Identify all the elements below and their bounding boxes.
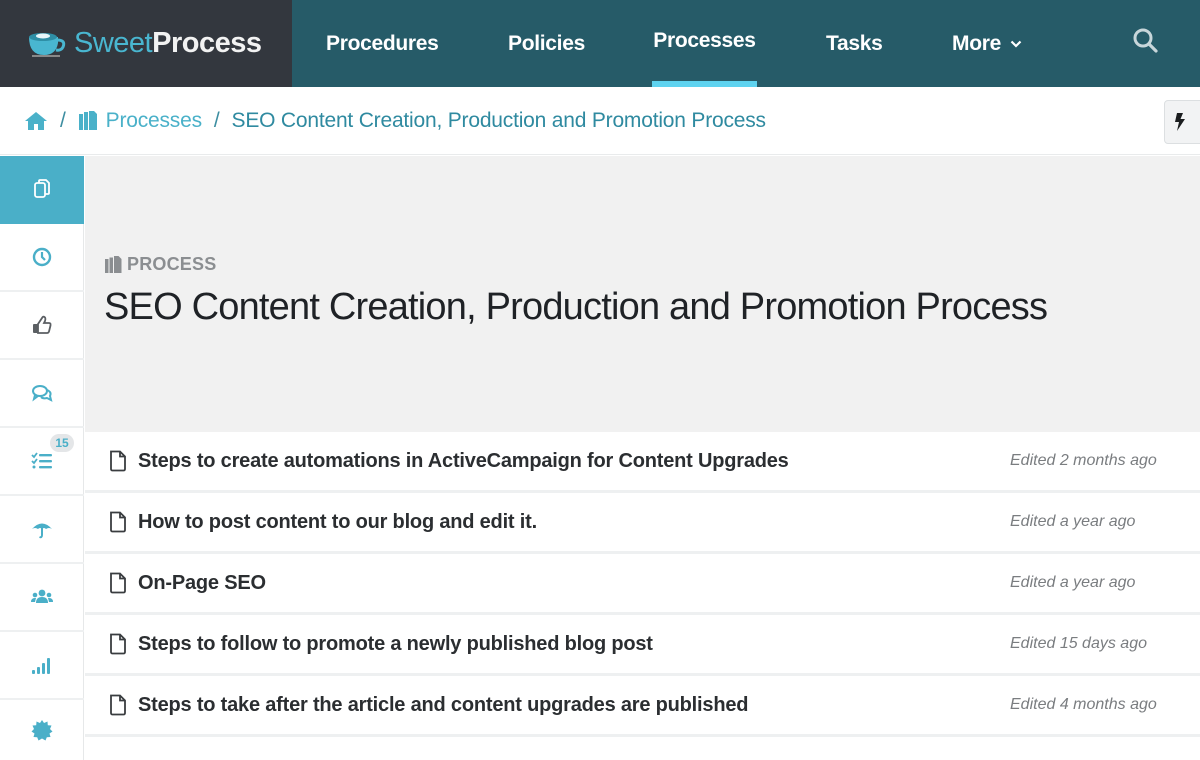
kind-text: PROCESS bbox=[127, 254, 217, 274]
users-icon bbox=[31, 589, 53, 603]
breadcrumb-separator: / bbox=[60, 108, 66, 132]
clock-icon bbox=[32, 247, 52, 267]
edited-timestamp: Edited 15 days ago bbox=[1010, 635, 1147, 652]
nav-policies-label: Policies bbox=[508, 31, 585, 55]
document-icon bbox=[110, 633, 126, 655]
chevron-down-icon bbox=[1010, 40, 1022, 48]
nav-processes-label: Processes bbox=[653, 28, 756, 52]
edited-timestamp: Edited 2 months ago bbox=[1010, 452, 1157, 469]
sidebar-item-settings[interactable] bbox=[0, 700, 84, 760]
comments-icon bbox=[32, 385, 53, 402]
sidebar-item-approvals[interactable] bbox=[0, 292, 84, 360]
nav-more-label: More bbox=[952, 31, 1001, 55]
sidebar-item-reports[interactable] bbox=[0, 632, 84, 700]
search-icon[interactable] bbox=[1130, 25, 1162, 57]
procedure-name: How to post content to our blog and edit… bbox=[138, 510, 537, 533]
process-header: PROCESS SEO Content Creation, Production… bbox=[85, 156, 1200, 432]
sidebar-item-team[interactable] bbox=[0, 564, 84, 632]
process-kind-label: PROCESS bbox=[105, 254, 216, 275]
sidebar-item-policies[interactable] bbox=[0, 496, 84, 564]
nav-tasks[interactable]: Tasks bbox=[826, 0, 883, 87]
breadcrumb: / Processes / SEO Content Creation, Prod… bbox=[0, 87, 1200, 155]
checklist-icon bbox=[31, 452, 52, 469]
sidebar-item-tasks[interactable]: 15 bbox=[0, 428, 84, 496]
list-item[interactable]: On-Page SEO Edited a year ago bbox=[85, 554, 1200, 615]
top-navigation-bar: Sweet Process Procedures Policies Process… bbox=[0, 0, 1200, 87]
coffee-cup-logo-icon bbox=[29, 32, 66, 57]
procedure-name: Steps to create automations in ActiveCam… bbox=[138, 449, 789, 472]
edited-timestamp: Edited a year ago bbox=[1010, 574, 1136, 591]
nav-policies[interactable]: Policies bbox=[508, 0, 585, 87]
document-icon bbox=[110, 450, 126, 472]
sidebar-item-documents[interactable] bbox=[0, 156, 84, 224]
processes-icon bbox=[78, 110, 97, 130]
nav-processes[interactable]: Processes bbox=[652, 0, 757, 87]
procedure-name: Steps to take after the article and cont… bbox=[138, 693, 749, 716]
brand-logo[interactable]: Sweet Process bbox=[0, 0, 292, 87]
nav-procedures[interactable]: Procedures bbox=[326, 0, 439, 87]
page-title: SEO Content Creation, Production and Pro… bbox=[104, 286, 1048, 328]
procedure-list: Steps to create automations in ActiveCam… bbox=[85, 432, 1200, 737]
procedure-name: Steps to follow to promote a newly publi… bbox=[138, 632, 653, 655]
brand-name-process: Process bbox=[152, 27, 262, 59]
breadcrumb-separator: / bbox=[213, 108, 220, 132]
list-item[interactable]: Steps to create automations in ActiveCam… bbox=[85, 432, 1200, 493]
tasks-count-badge: 15 bbox=[50, 434, 74, 452]
home-icon[interactable] bbox=[24, 111, 48, 131]
brand-name-sweet: Sweet bbox=[74, 27, 153, 59]
sidebar-item-comments[interactable] bbox=[0, 360, 84, 428]
lightning-bolt-icon bbox=[1175, 113, 1185, 131]
document-icon bbox=[110, 694, 126, 716]
nav-tasks-label: Tasks bbox=[826, 31, 883, 55]
list-item[interactable]: Steps to follow to promote a newly publi… bbox=[85, 615, 1200, 676]
umbrella-icon bbox=[32, 523, 52, 539]
nav-procedures-label: Procedures bbox=[326, 31, 439, 55]
sidebar-item-history[interactable] bbox=[0, 224, 84, 292]
certificate-icon bbox=[31, 720, 53, 741]
signal-bars-icon bbox=[32, 658, 50, 674]
nav-more-dropdown[interactable]: More bbox=[952, 0, 1022, 87]
quick-actions-button[interactable] bbox=[1164, 100, 1200, 144]
document-icon bbox=[110, 511, 126, 533]
side-rail: 15 bbox=[0, 156, 84, 760]
procedure-name: On-Page SEO bbox=[138, 571, 266, 594]
document-icon bbox=[110, 572, 126, 594]
edited-timestamp: Edited a year ago bbox=[1010, 513, 1136, 530]
list-item[interactable]: How to post content to our blog and edit… bbox=[85, 493, 1200, 554]
list-item[interactable]: Steps to take after the article and cont… bbox=[85, 676, 1200, 737]
edited-timestamp: Edited 4 months ago bbox=[1010, 696, 1157, 713]
breadcrumb-current: SEO Content Creation, Production and Pro… bbox=[231, 108, 767, 132]
thumbs-up-icon bbox=[33, 315, 52, 334]
processes-icon bbox=[105, 255, 122, 273]
copy-documents-icon bbox=[34, 179, 50, 198]
breadcrumb-processes-link[interactable]: Processes bbox=[106, 109, 202, 133]
